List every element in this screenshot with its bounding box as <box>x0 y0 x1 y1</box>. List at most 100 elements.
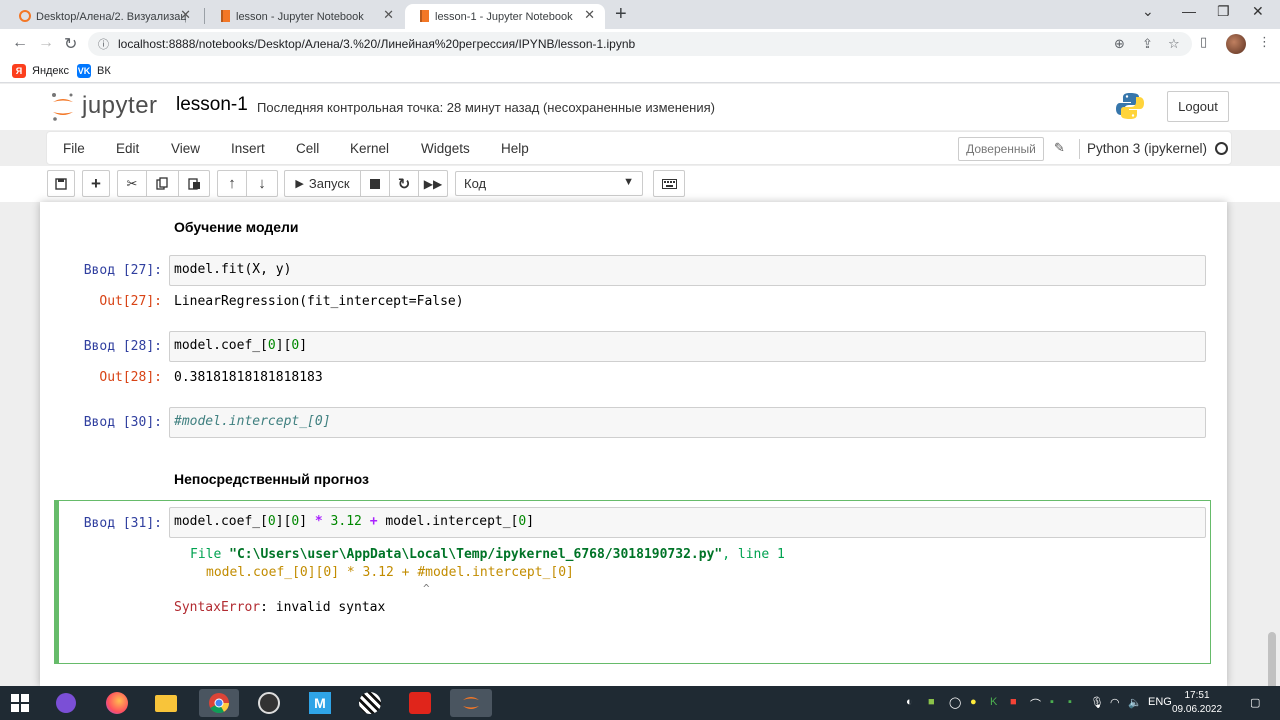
jupyter-logo-text[interactable]: jupyter <box>82 92 158 120</box>
side-panel-icon[interactable]: ▯ <box>1200 34 1207 50</box>
command-palette-button[interactable] <box>653 170 685 197</box>
restart-button[interactable]: ↻ <box>390 170 419 197</box>
traceback-path: "C:\Users\user\AppData\Local\Temp/ipyker… <box>229 547 723 562</box>
notebook-area[interactable]: Обучение модели Ввод [27]: model.fit(X, … <box>0 202 1280 692</box>
menu-file[interactable]: File <box>63 141 85 156</box>
maximize-icon[interactable]: ❐ <box>1217 3 1230 20</box>
restart-run-all-button[interactable]: ▶▶ <box>419 170 448 197</box>
menu-cell[interactable]: Cell <box>296 141 319 156</box>
obs-icon <box>258 692 280 714</box>
tray-icon[interactable]: ▪ <box>1050 696 1054 708</box>
menu-kernel[interactable]: Kernel <box>350 141 389 156</box>
tab-search-icon[interactable]: ⌄ <box>1142 3 1154 20</box>
notification-icon[interactable]: ▢ <box>1250 696 1260 709</box>
taskbar-app-active[interactable] <box>450 689 492 717</box>
notebook-name[interactable]: lesson-1 <box>176 94 248 116</box>
code-text: model.fit(X, y) <box>174 262 292 277</box>
jupyter-logo-icon[interactable] <box>50 92 76 122</box>
tray-icon[interactable]: ◐ <box>906 696 913 708</box>
trusted-badge[interactable]: Доверенный <box>958 137 1044 161</box>
chrome-icon <box>209 693 230 714</box>
windows-start-button[interactable] <box>6 689 34 717</box>
taskbar-app[interactable] <box>406 689 434 717</box>
move-down-button[interactable]: ↓ <box>247 170 278 197</box>
minimize-icon[interactable]: — <box>1182 3 1196 19</box>
cut-button[interactable]: ✂ <box>117 170 147 197</box>
tray-icon[interactable]: ▪ <box>1068 696 1072 708</box>
reload-icon[interactable]: ↻ <box>64 34 77 54</box>
fast-forward-icon: ▶▶ <box>423 176 443 191</box>
microphone-icon[interactable]: 🎙 <box>1090 696 1104 709</box>
tray-icon[interactable]: K <box>990 696 997 708</box>
site-info-icon[interactable]: ⓘ <box>98 36 109 52</box>
close-icon[interactable]: ✕ <box>180 7 191 23</box>
forward-icon[interactable]: → <box>38 34 54 52</box>
new-tab-icon[interactable]: + <box>615 3 627 26</box>
taskbar-app-active[interactable] <box>199 689 239 717</box>
scrollbar-thumb[interactable] <box>1268 632 1276 692</box>
traceback-file-keyword: File <box>190 547 222 562</box>
network-icon[interactable]: ⌒ <box>1030 696 1041 712</box>
taskbar-app[interactable]: M <box>306 689 334 717</box>
menu-help[interactable]: Help <box>501 141 529 156</box>
taskbar-app[interactable] <box>52 689 80 717</box>
menu-insert[interactable]: Insert <box>231 141 265 156</box>
arrow-down-icon: ↓ <box>258 175 266 192</box>
clock-time: 17:51 <box>1184 690 1210 701</box>
taskbar-app[interactable] <box>103 689 131 717</box>
markdown-heading[interactable]: Обучение модели <box>174 219 299 235</box>
url-input[interactable]: ⓘ localhost:8888/notebooks/Desktop/Алена… <box>88 32 1192 56</box>
taskbar-app[interactable] <box>255 689 283 717</box>
tray-icon[interactable]: ■ <box>1010 696 1017 708</box>
purple-app-icon <box>56 693 76 713</box>
cell-type-value: Код <box>464 176 487 191</box>
jupyter-taskbar-icon <box>463 697 479 709</box>
language-indicator[interactable]: ENG <box>1148 696 1172 708</box>
code-cell-input[interactable]: model.coef_[0][0] <box>169 331 1206 362</box>
bookmark-vk[interactable]: VK ВК <box>77 64 111 78</box>
profile-avatar[interactable] <box>1226 34 1246 54</box>
code-cell-input[interactable]: #model.intercept_[0] <box>169 407 1206 438</box>
code-cell-input[interactable]: model.fit(X, y) <box>169 255 1206 286</box>
menu-view[interactable]: View <box>171 141 200 156</box>
clock-date: 09.06.2022 <box>1172 704 1223 715</box>
menu-edit[interactable]: Edit <box>116 141 139 156</box>
wifi-icon[interactable]: ◠ <box>1110 696 1120 709</box>
copy-button[interactable] <box>147 170 179 197</box>
insert-cell-button[interactable]: + <box>82 170 110 197</box>
share-icon[interactable]: ⇪ <box>1142 36 1153 52</box>
menu-icon[interactable]: ⋮ <box>1258 34 1271 50</box>
close-icon[interactable]: ✕ <box>584 7 595 23</box>
bookmark-label: Яндекс <box>32 65 69 77</box>
back-icon[interactable]: ← <box>12 34 28 52</box>
clock[interactable]: 17:51 09.06.2022 <box>1172 689 1222 717</box>
run-button[interactable]: ▶ Запуск <box>284 170 361 197</box>
menu-widgets[interactable]: Widgets <box>421 141 470 156</box>
logout-button[interactable]: Logout <box>1167 91 1229 122</box>
jupyter-header: jupyter lesson-1 Последняя контрольная т… <box>0 84 1280 130</box>
bookmark-star-icon[interactable]: ☆ <box>1168 36 1180 52</box>
browser-tab[interactable]: lesson - Jupyter Notebook ✕ <box>206 4 404 29</box>
paste-button[interactable] <box>179 170 210 197</box>
browser-tab[interactable]: Desktop/Алена/2. Визуализаци ✕ <box>6 4 201 29</box>
code-cell-input[interactable]: model.coef_[0][0] * 3.12 + model.interce… <box>169 507 1206 538</box>
move-up-button[interactable]: ↑ <box>217 170 247 197</box>
markdown-heading[interactable]: Непосредственный прогноз <box>174 471 369 487</box>
cell-type-select[interactable]: Код ▼ <box>455 171 643 196</box>
close-window-icon[interactable]: ✕ <box>1252 3 1264 20</box>
python-logo-icon <box>1116 93 1144 119</box>
browser-tab-active[interactable]: lesson-1 - Jupyter Notebook ✕ <box>405 4 605 29</box>
taskbar-app[interactable] <box>356 689 384 717</box>
traceback-code: model.coef_[0][0] * 3.12 + #model.interc… <box>206 565 574 580</box>
tray-icon[interactable]: ● <box>970 696 977 708</box>
volume-icon[interactable]: 🔈 <box>1128 696 1142 709</box>
bookmark-yandex[interactable]: Я Яндекс <box>12 64 69 78</box>
close-icon[interactable]: ✕ <box>383 7 394 23</box>
interrupt-button[interactable] <box>361 170 390 197</box>
taskbar-app[interactable] <box>152 689 180 717</box>
jupyter-favicon-icon <box>19 10 31 22</box>
tray-icon[interactable]: ■ <box>928 696 935 708</box>
save-button[interactable] <box>47 170 75 197</box>
tray-icon[interactable]: ◯ <box>949 696 961 709</box>
zoom-icon[interactable]: ⊕ <box>1114 36 1125 52</box>
